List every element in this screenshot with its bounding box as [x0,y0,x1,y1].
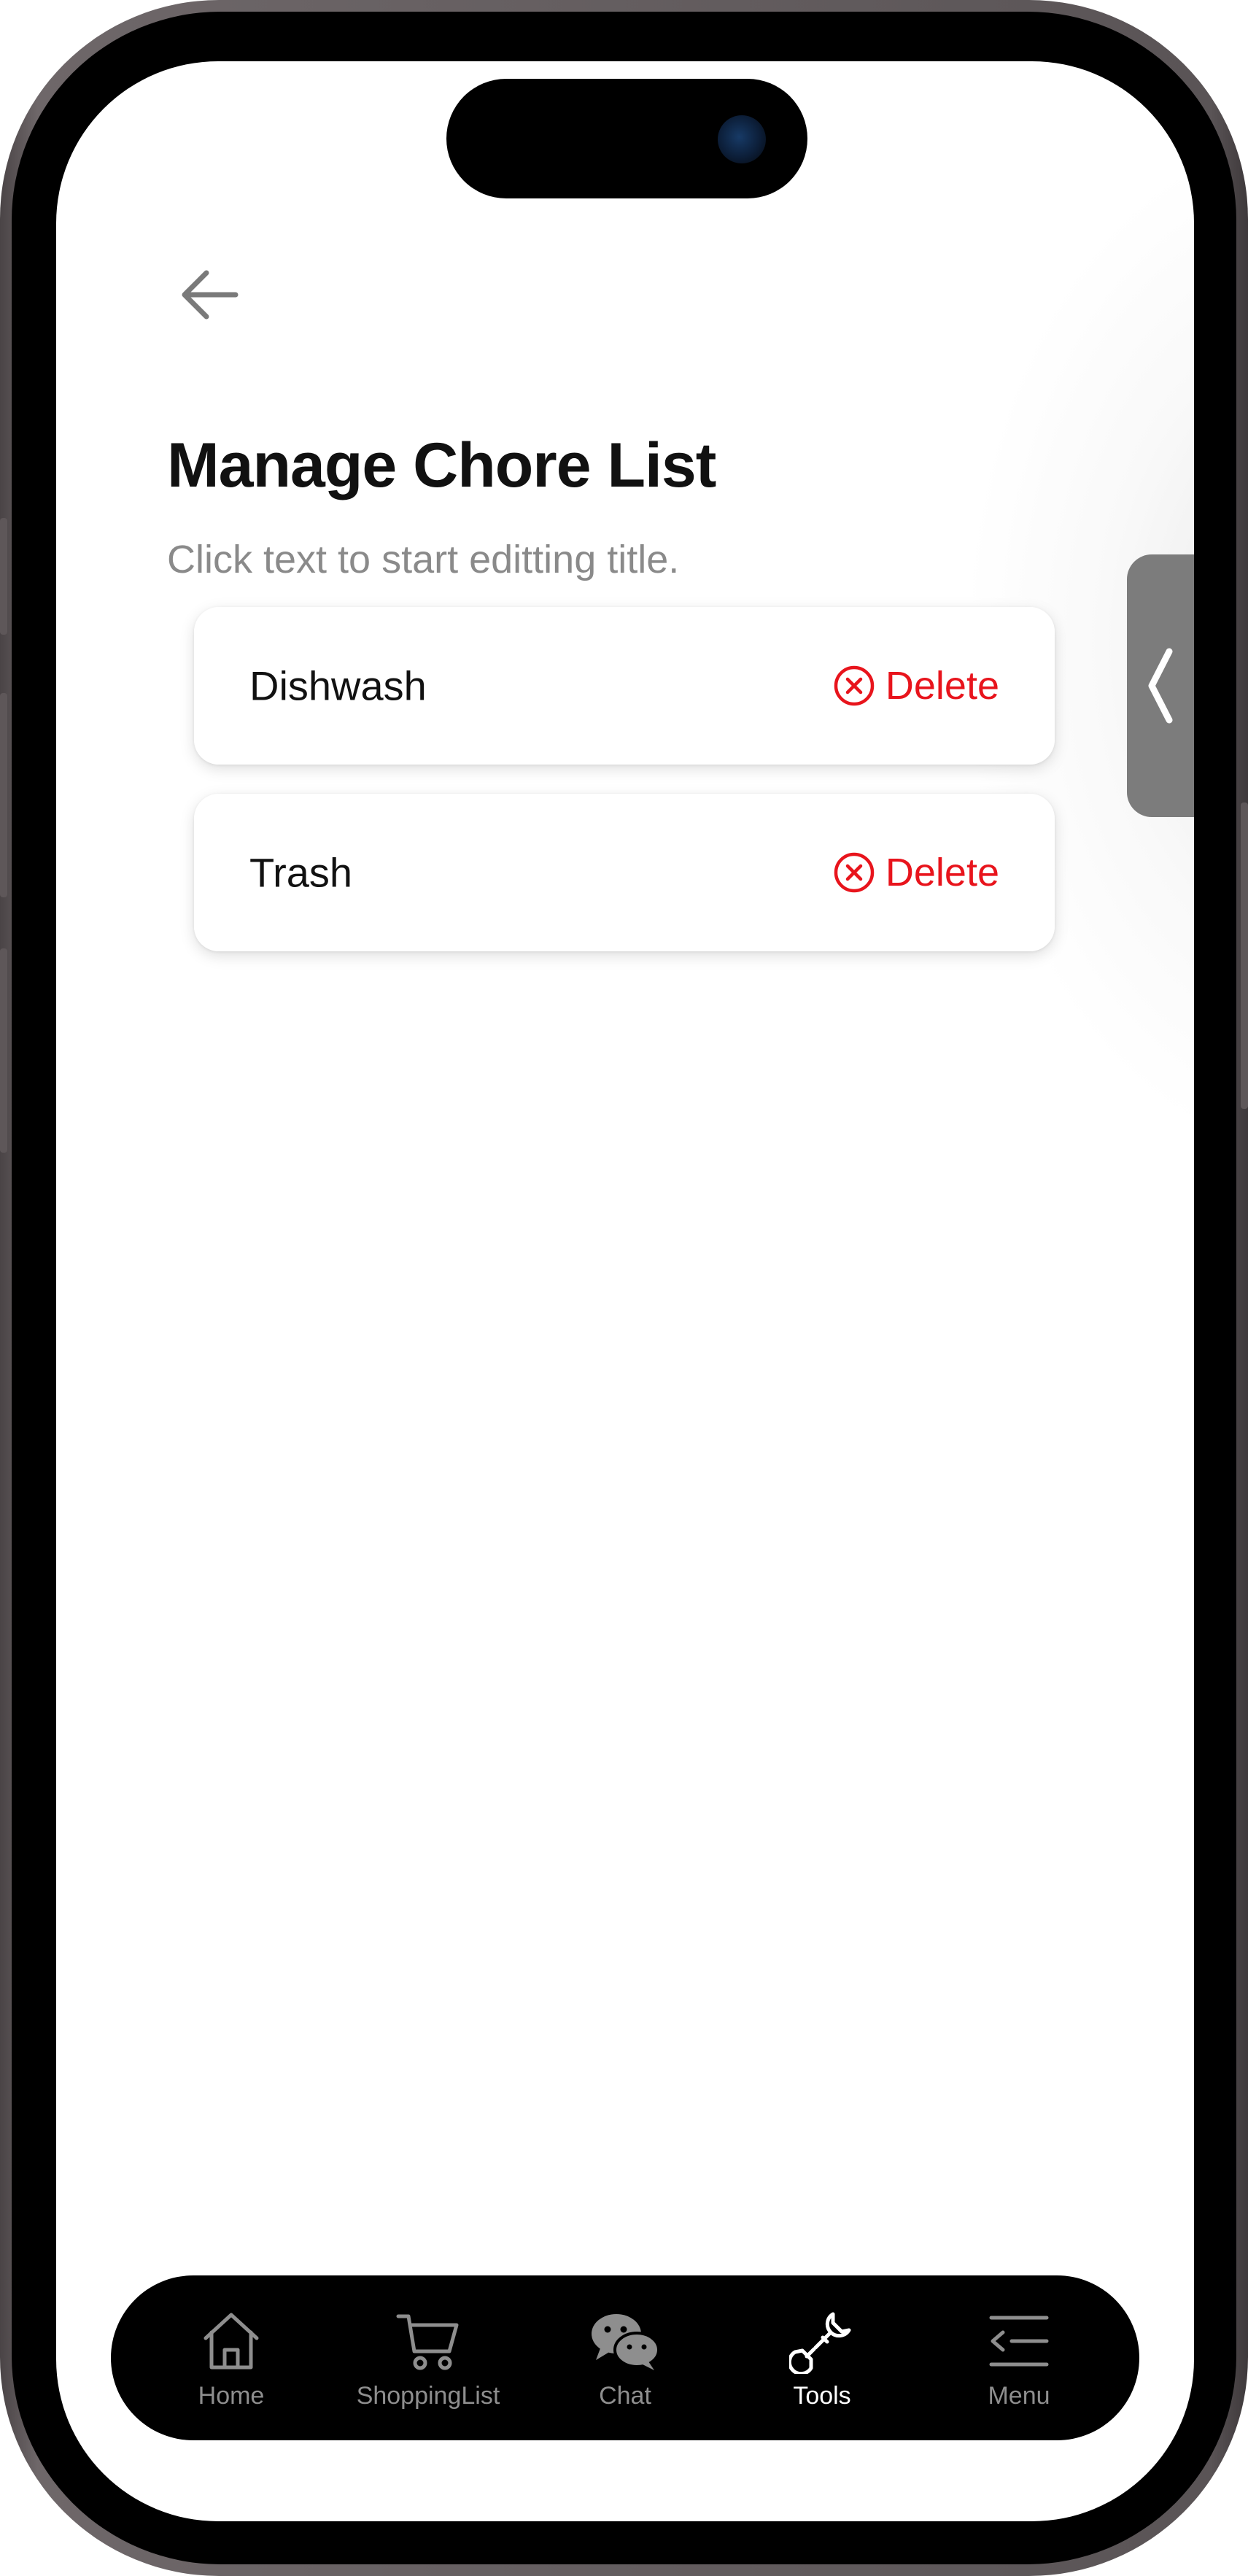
cart-icon [396,2314,459,2370]
tab-chat[interactable]: Chat [530,2285,720,2431]
menu-lines-icon [989,2316,1049,2366]
tab-label: Home [198,2381,265,2410]
circle-x-icon [834,665,875,706]
bottom-tab-bar: Home ShoppingList Chat Tools Menu [111,2275,1139,2440]
tab-home[interactable]: Home [136,2285,326,2431]
dynamic-island [446,79,807,198]
home-icon [204,2313,259,2369]
tab-shopping-list[interactable]: ShoppingList [333,2285,523,2431]
side-drawer-handle[interactable] [1127,554,1194,817]
tab-label: Menu [988,2381,1050,2410]
delete-button[interactable]: Delete [833,663,999,708]
volume-up-button [0,693,7,897]
tab-label: ShoppingList [356,2381,500,2410]
chore-list: Dishwash Delete Trash Delete [194,607,1055,980]
camera-lens [718,115,766,163]
phone-frame: Manage Chore List Click text to start ed… [0,0,1248,2576]
delete-label: Delete [885,664,999,708]
wrench-icon [789,2312,851,2374]
power-button [1241,802,1248,1109]
arrow-left-icon [182,270,239,320]
back-button[interactable] [166,251,253,339]
tab-label: Chat [599,2381,651,2410]
action-button [0,518,7,635]
page-subtitle: Click text to start editting title. [167,538,680,581]
chore-item: Dishwash Delete [194,607,1055,765]
volume-down-button [0,948,7,1153]
chevron-left-icon [1148,648,1173,724]
delete-label: Delete [885,851,999,894]
chore-title-editable[interactable]: Dishwash [249,662,427,710]
chore-title-editable[interactable]: Trash [249,849,352,897]
tab-menu[interactable]: Menu [924,2285,1114,2431]
delete-button[interactable]: Delete [833,850,999,895]
app-screen: Manage Chore List Click text to start ed… [56,61,1194,2521]
chat-bubbles-icon [592,2313,660,2370]
page-title: Manage Chore List [167,430,716,500]
circle-x-icon [834,852,875,893]
chore-item: Trash Delete [194,794,1055,951]
tab-tools[interactable]: Tools [727,2285,917,2431]
tab-label: Tools [793,2381,851,2410]
